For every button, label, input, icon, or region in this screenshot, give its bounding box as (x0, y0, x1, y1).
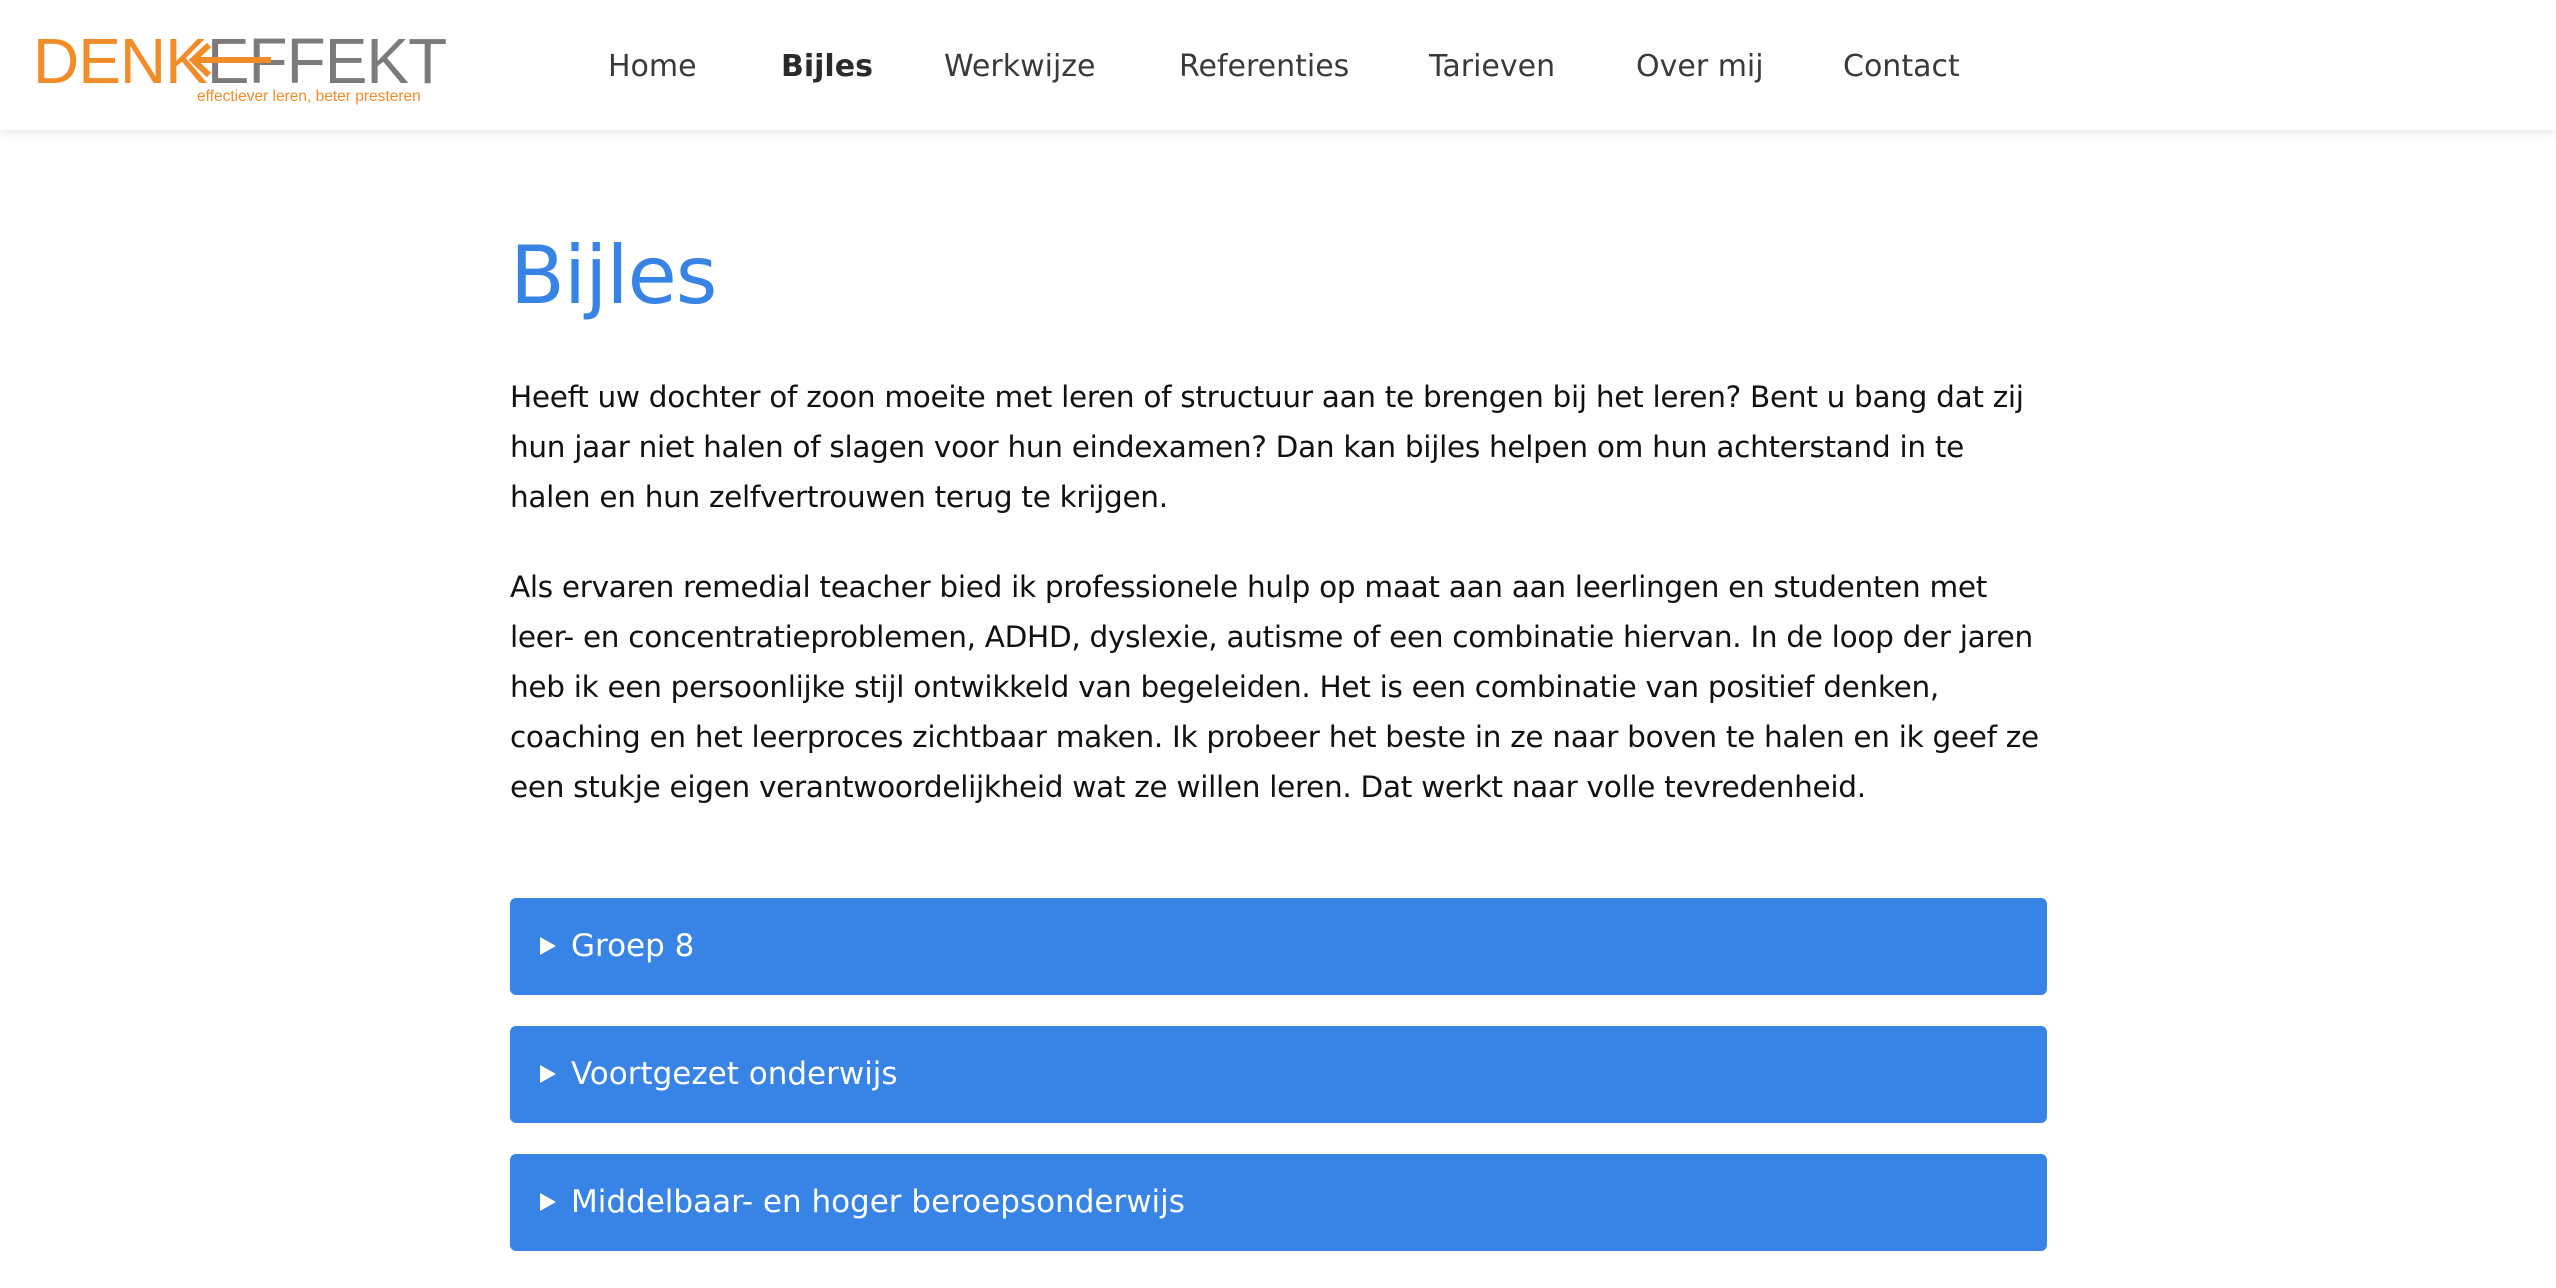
triangle-right-icon (540, 1065, 556, 1083)
accordion-mbo-hbo[interactable]: Middelbaar- en hoger beroepsonderwijs (510, 1154, 2047, 1251)
triangle-right-icon (540, 1193, 556, 1211)
triangle-right-icon (540, 937, 556, 955)
main-content: Bijles Heeft uw dochter of zoon moeite m… (510, 180, 2047, 1251)
nav-item-home[interactable]: Home (608, 42, 697, 92)
page-title: Bijles (510, 229, 717, 322)
intro-paragraph: Heeft uw dochter of zoon moeite met lere… (510, 380, 2024, 514)
site-header: DENKEFFEKT effectiever leren, beter pres… (0, 0, 2556, 130)
nav-item-werkwijze[interactable]: Werkwijze (944, 42, 1095, 92)
accordion-groep-8[interactable]: Groep 8 (510, 898, 2047, 995)
nav-item-over-mij[interactable]: Over mij (1636, 42, 1764, 92)
nav-item-tarieven[interactable]: Tarieven (1429, 42, 1555, 92)
nav-item-contact[interactable]: Contact (1843, 42, 1960, 92)
nav-item-referenties[interactable]: Referenties (1179, 42, 1349, 92)
accordion-label: Voortgezet onderwijs (571, 1056, 898, 1092)
main-nav: Home Bijles Werkwijze Referenties Tariev… (0, 0, 2556, 130)
accordion-label: Groep 8 (571, 928, 695, 964)
accordion-label: Middelbaar- en hoger beroepsonderwijs (571, 1184, 1185, 1220)
approach-paragraph: Als ervaren remedial teacher bied ik pro… (510, 570, 2039, 804)
nav-item-bijles[interactable]: Bijles (781, 42, 873, 92)
accordion-voortgezet-onderwijs[interactable]: Voortgezet onderwijs (510, 1026, 2047, 1123)
